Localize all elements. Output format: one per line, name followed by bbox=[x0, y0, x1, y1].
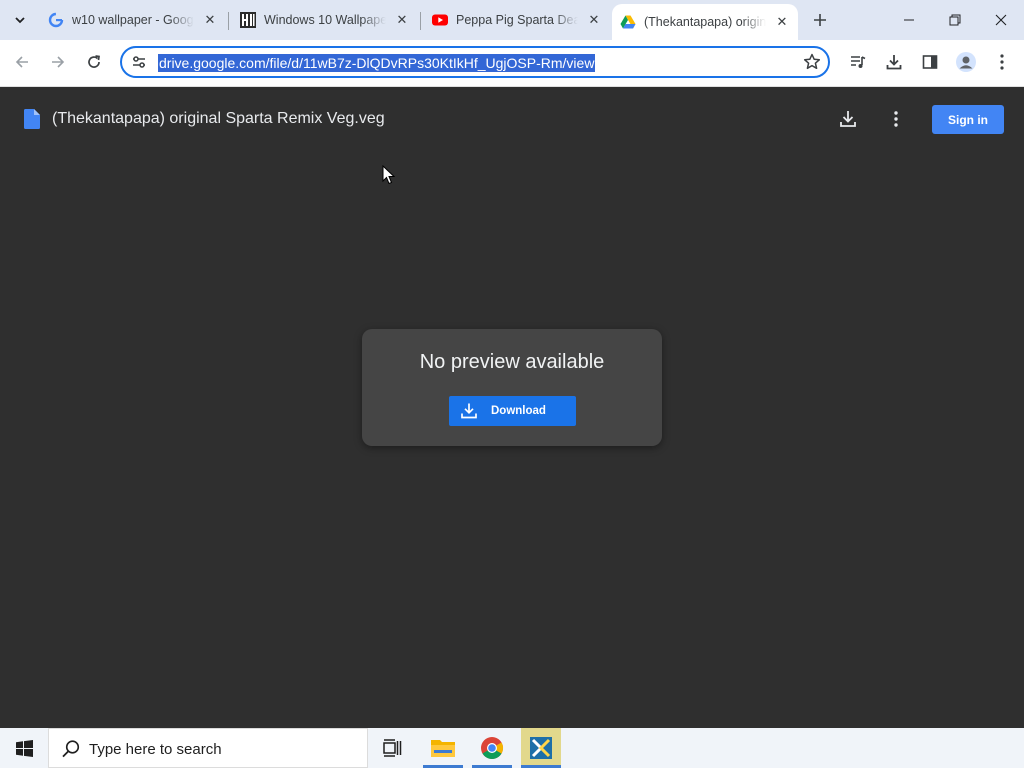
close-icon[interactable]: ✕ bbox=[586, 12, 602, 28]
wallpaper-site-icon bbox=[240, 12, 256, 28]
bookmark-star-icon[interactable] bbox=[802, 52, 822, 72]
downloads-button[interactable] bbox=[880, 48, 908, 76]
chevron-down-icon bbox=[15, 17, 25, 24]
tab-title: w10 wallpaper - Google Search bbox=[72, 13, 194, 27]
search-placeholder: Type here to search bbox=[89, 741, 222, 758]
task-view-button[interactable] bbox=[372, 728, 412, 768]
google-drive-icon bbox=[620, 14, 636, 30]
video-editor-taskbar-button[interactable] bbox=[521, 728, 561, 768]
tab-title: Peppa Pig Sparta Deaf Remix bbox=[456, 13, 578, 27]
close-icon bbox=[995, 14, 1007, 26]
restore-button[interactable] bbox=[932, 0, 978, 40]
profile-button[interactable] bbox=[952, 48, 980, 76]
close-window-button[interactable] bbox=[978, 0, 1024, 40]
tab-title: Windows 10 Wallpapers bbox=[264, 13, 386, 27]
chrome-taskbar-button[interactable] bbox=[472, 728, 512, 768]
document-file-icon bbox=[24, 109, 40, 129]
minimize-button[interactable] bbox=[886, 0, 932, 40]
close-icon[interactable]: ✕ bbox=[394, 12, 410, 28]
download-icon bbox=[460, 402, 478, 420]
windows-taskbar: Type here to search bbox=[0, 728, 1024, 768]
forward-button[interactable] bbox=[44, 48, 72, 76]
side-panel-button[interactable] bbox=[916, 48, 944, 76]
arrow-left-icon bbox=[15, 56, 28, 68]
plus-icon bbox=[814, 14, 826, 26]
tab-youtube-peppa[interactable]: Peppa Pig Sparta Deaf Remix ✕ bbox=[424, 4, 610, 36]
viewer-download-button[interactable] bbox=[836, 107, 860, 131]
no-preview-card: No preview available Download bbox=[362, 329, 662, 446]
tab-windows-wallpapers[interactable]: Windows 10 Wallpapers ✕ bbox=[232, 4, 418, 36]
tab-title: (Thekantapapa) original Sparta Remix Veg… bbox=[644, 15, 766, 29]
taskbar-search-box[interactable]: Type here to search bbox=[48, 728, 368, 768]
no-preview-message: No preview available bbox=[419, 351, 605, 373]
arrow-right-icon bbox=[52, 56, 65, 68]
restore-icon bbox=[949, 14, 961, 26]
file-explorer-icon bbox=[431, 740, 455, 757]
close-icon[interactable]: ✕ bbox=[202, 12, 218, 28]
more-vertical-icon bbox=[1000, 54, 1004, 70]
video-editor-icon bbox=[530, 737, 552, 759]
url-text[interactable]: drive.google.com/file/d/11wB7z-DlQDvRPs3… bbox=[158, 54, 596, 72]
reload-button[interactable] bbox=[80, 48, 108, 76]
tab-separator bbox=[228, 12, 229, 30]
back-button[interactable] bbox=[8, 48, 36, 76]
tab-strip: w10 wallpaper - Google Search ✕ Windows … bbox=[0, 0, 1024, 40]
file-name: (Thekantapapa) original Sparta Remix Veg… bbox=[52, 110, 385, 127]
side-panel-icon bbox=[922, 55, 938, 69]
drive-file-viewer: (Thekantapapa) original Sparta Remix Veg… bbox=[0, 87, 1024, 728]
youtube-icon bbox=[432, 12, 448, 28]
tab-google-drive-active[interactable]: (Thekantapapa) original Sparta Remix Veg… bbox=[612, 4, 798, 40]
site-settings-icon[interactable] bbox=[130, 53, 148, 71]
download-label: Download bbox=[491, 405, 546, 417]
address-bar[interactable]: drive.google.com/file/d/11wB7z-DlQDvRPs3… bbox=[120, 46, 830, 78]
new-tab-button[interactable] bbox=[806, 6, 834, 34]
download-icon bbox=[886, 55, 902, 70]
search-icon bbox=[62, 740, 80, 758]
file-explorer-taskbar-button[interactable] bbox=[423, 728, 463, 768]
chrome-icon bbox=[481, 737, 503, 759]
reload-icon bbox=[88, 55, 100, 68]
tab-separator bbox=[420, 12, 421, 30]
browser-menu-button[interactable] bbox=[988, 48, 1016, 76]
google-icon bbox=[48, 12, 64, 28]
task-view-icon bbox=[383, 739, 402, 757]
windows-logo-icon bbox=[15, 739, 33, 757]
more-vertical-icon bbox=[894, 111, 898, 127]
start-button[interactable] bbox=[0, 728, 48, 768]
tab-google-search[interactable]: w10 wallpaper - Google Search ✕ bbox=[40, 4, 226, 36]
download-icon bbox=[840, 111, 856, 127]
avatar-icon bbox=[956, 52, 976, 72]
playlist-icon bbox=[851, 56, 866, 68]
sign-in-button[interactable]: Sign in bbox=[932, 105, 1004, 134]
viewer-more-actions-button[interactable] bbox=[884, 107, 908, 131]
browser-toolbar: drive.google.com/file/d/11wB7z-DlQDvRPs3… bbox=[0, 40, 1024, 87]
tab-search-button[interactable] bbox=[6, 6, 34, 34]
minimize-icon bbox=[904, 19, 914, 21]
close-icon[interactable]: ✕ bbox=[774, 14, 790, 30]
download-button[interactable]: Download bbox=[449, 396, 576, 426]
media-controls-button[interactable] bbox=[844, 48, 872, 76]
mouse-cursor-icon bbox=[382, 165, 396, 185]
